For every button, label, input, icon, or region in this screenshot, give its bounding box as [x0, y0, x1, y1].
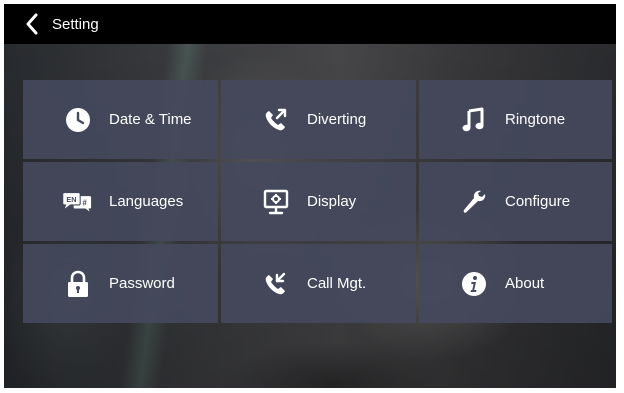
- tile-display[interactable]: Display: [221, 162, 416, 241]
- tile-call-mgt[interactable]: Call Mgt.: [221, 244, 416, 323]
- tile-label: Display: [307, 193, 357, 210]
- screen: Setting Date & Time Diverting Ringtone E…: [4, 4, 616, 388]
- page-title: Setting: [52, 15, 99, 33]
- language-icon: EN #: [62, 186, 94, 218]
- music-note-icon: [458, 104, 490, 136]
- lock-icon: [62, 268, 94, 300]
- tile-date-time[interactable]: Date & Time: [23, 80, 218, 159]
- info-icon: [458, 268, 490, 300]
- tile-label: Diverting: [307, 111, 367, 128]
- tile-ringtone[interactable]: Ringtone: [419, 80, 612, 159]
- call-management-icon: [260, 268, 292, 300]
- monitor-icon: [260, 186, 292, 218]
- settings-grid: Date & Time Diverting Ringtone EN # Lang…: [23, 80, 612, 323]
- tile-label: Password: [109, 275, 175, 292]
- language-icon-text: EN: [66, 195, 76, 204]
- svg-text:#: #: [82, 198, 87, 207]
- tile-diverting[interactable]: Diverting: [221, 80, 416, 159]
- tile-label: About: [505, 275, 545, 292]
- chevron-left-icon: [26, 13, 38, 35]
- tile-label: Call Mgt.: [307, 275, 367, 292]
- tile-languages[interactable]: EN # Languages: [23, 162, 218, 241]
- tile-label: Configure: [505, 193, 571, 210]
- back-button[interactable]: [18, 4, 46, 44]
- tile-label: Ringtone: [505, 111, 566, 128]
- tile-label: Languages: [109, 193, 184, 210]
- header-bar: Setting: [4, 4, 616, 44]
- call-divert-icon: [260, 104, 292, 136]
- tile-configure[interactable]: Configure: [419, 162, 612, 241]
- tile-about[interactable]: About: [419, 244, 612, 323]
- tile-password[interactable]: Password: [23, 244, 218, 323]
- tile-label: Date & Time: [109, 111, 192, 128]
- clock-icon: [62, 104, 94, 136]
- wrench-icon: [458, 186, 490, 218]
